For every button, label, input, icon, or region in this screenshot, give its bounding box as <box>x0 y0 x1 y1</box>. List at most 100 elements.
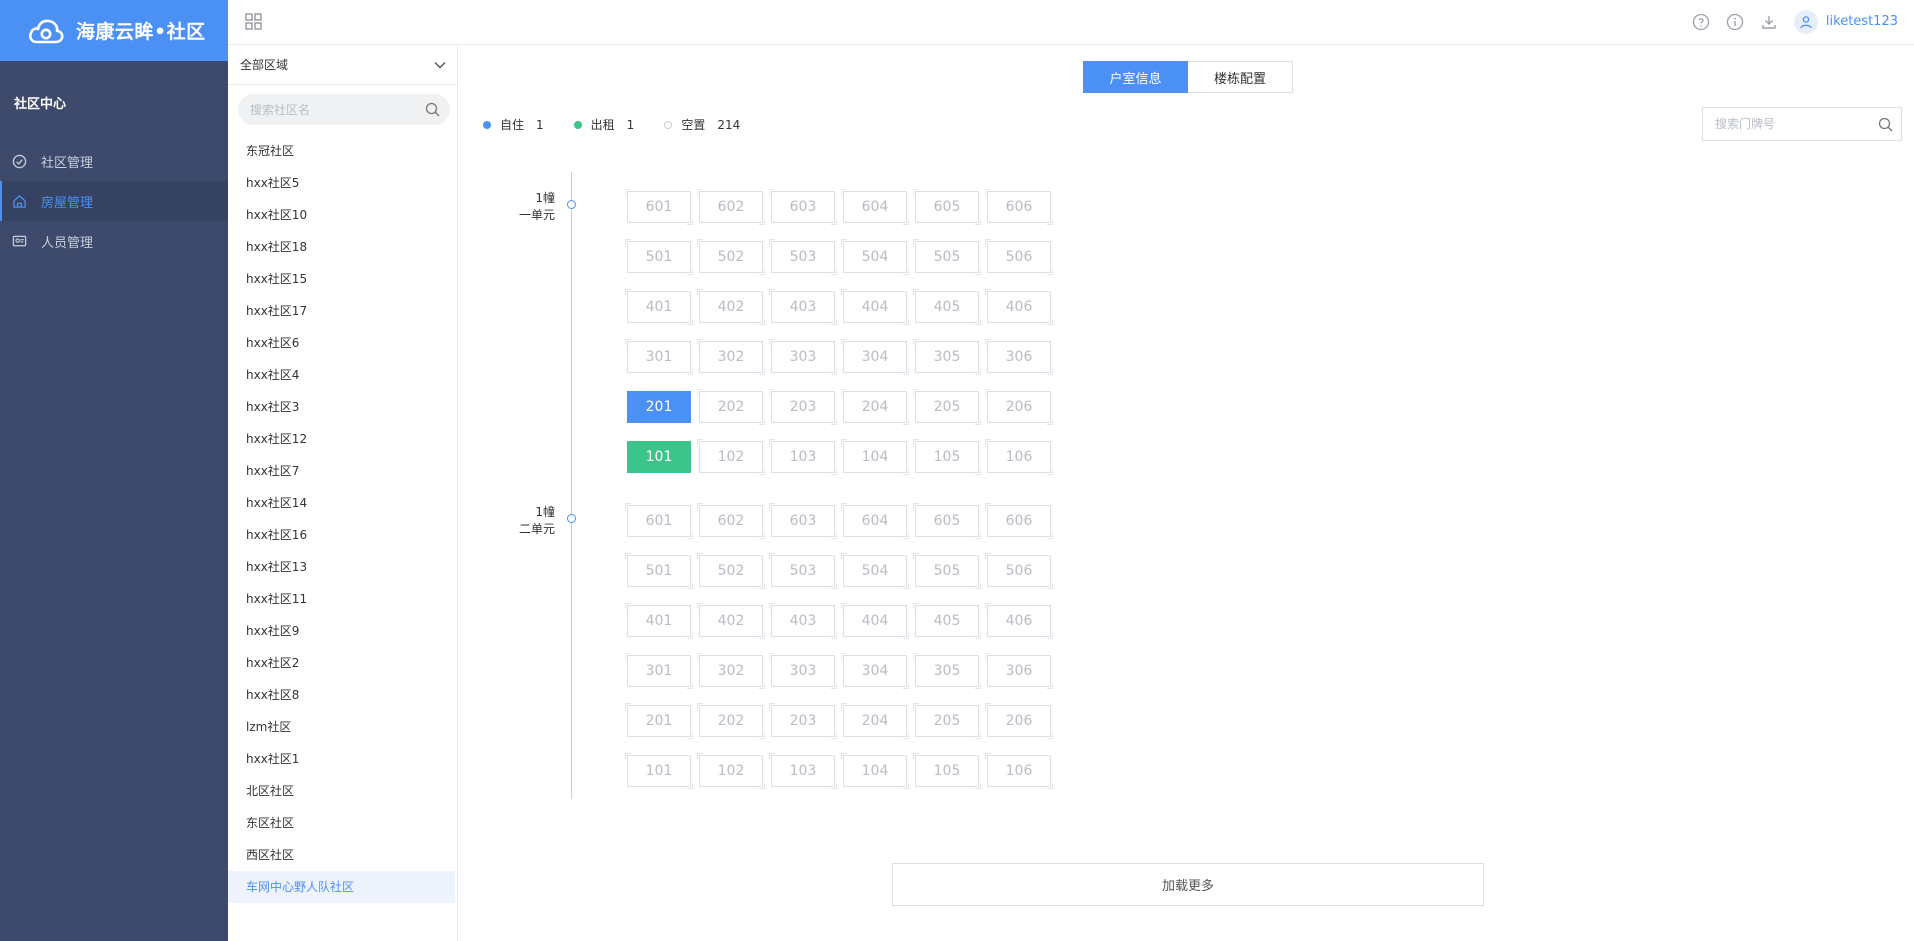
tab-room-info[interactable]: 户室信息 <box>1083 61 1188 93</box>
download-icon[interactable] <box>1760 13 1778 31</box>
room-cell[interactable]: 403 <box>769 603 837 639</box>
community-list-item[interactable]: hxx社区2 <box>228 647 457 679</box>
community-list-item[interactable]: hxx社区13 <box>228 551 457 583</box>
room-cell[interactable]: 504 <box>841 553 909 589</box>
community-list-item[interactable]: 东区社区 <box>228 807 457 839</box>
room-cell[interactable]: 304 <box>841 339 909 375</box>
community-list-item[interactable]: hxx社区11 <box>228 583 457 615</box>
community-list-item[interactable]: hxx社区15 <box>228 263 457 295</box>
room-cell[interactable]: 601 <box>625 503 693 539</box>
search-icon[interactable] <box>425 102 440 117</box>
room-cell[interactable]: 206 <box>985 389 1053 425</box>
room-cell[interactable]: 502 <box>697 239 765 275</box>
sidebar-item-community[interactable]: 社区管理 <box>0 141 228 181</box>
community-list-item[interactable]: 车网中心野人队社区 <box>228 871 455 903</box>
room-cell[interactable]: 302 <box>697 339 765 375</box>
community-list-item[interactable]: hxx社区6 <box>228 327 457 359</box>
room-cell[interactable]: 402 <box>697 603 765 639</box>
room-cell[interactable]: 604 <box>841 189 909 225</box>
room-cell[interactable]: 304 <box>841 653 909 689</box>
room-cell[interactable]: 405 <box>913 289 981 325</box>
room-cell[interactable]: 602 <box>697 189 765 225</box>
region-select[interactable]: 全部区域 <box>228 45 457 85</box>
room-cell[interactable]: 505 <box>913 239 981 275</box>
room-cell[interactable]: 301 <box>625 653 693 689</box>
room-cell[interactable]: 302 <box>697 653 765 689</box>
room-cell[interactable]: 106 <box>985 439 1053 475</box>
room-cell[interactable]: 104 <box>841 439 909 475</box>
room-cell[interactable]: 303 <box>769 339 837 375</box>
room-cell[interactable]: 401 <box>625 289 693 325</box>
room-cell[interactable]: 403 <box>769 289 837 325</box>
room-cell[interactable]: 404 <box>841 289 909 325</box>
community-list-item[interactable]: hxx社区10 <box>228 199 457 231</box>
room-cell[interactable]: 501 <box>625 553 693 589</box>
help-icon[interactable] <box>1692 13 1710 31</box>
room-cell[interactable]: 605 <box>913 503 981 539</box>
community-list-item[interactable]: 东冠社区 <box>228 135 457 167</box>
room-cell[interactable]: 405 <box>913 603 981 639</box>
sidebar-item-person[interactable]: 人员管理 <box>0 221 228 261</box>
room-cell[interactable]: 103 <box>769 439 837 475</box>
room-cell[interactable]: 101 <box>625 753 693 789</box>
room-cell[interactable]: 103 <box>769 753 837 789</box>
room-cell[interactable]: 102 <box>697 439 765 475</box>
room-cell[interactable]: 404 <box>841 603 909 639</box>
apps-grid-icon[interactable] <box>245 13 262 30</box>
room-cell[interactable]: 205 <box>913 703 981 739</box>
community-list-item[interactable]: hxx社区18 <box>228 231 457 263</box>
room-cell[interactable]: 603 <box>769 503 837 539</box>
community-list-item[interactable]: lzm社区 <box>228 711 457 743</box>
room-cell[interactable]: 106 <box>985 753 1053 789</box>
community-list-item[interactable]: 西区社区 <box>228 839 457 871</box>
room-cell[interactable]: 203 <box>769 703 837 739</box>
community-list-item[interactable]: hxx社区3 <box>228 391 457 423</box>
room-cell[interactable]: 101 <box>627 441 691 473</box>
community-list-item[interactable]: hxx社区14 <box>228 487 457 519</box>
room-cell[interactable]: 204 <box>841 703 909 739</box>
room-cell[interactable]: 202 <box>697 389 765 425</box>
room-cell[interactable]: 102 <box>697 753 765 789</box>
room-cell[interactable]: 205 <box>913 389 981 425</box>
room-cell[interactable]: 305 <box>913 653 981 689</box>
room-cell[interactable]: 605 <box>913 189 981 225</box>
community-list-item[interactable]: hxx社区4 <box>228 359 457 391</box>
room-cell[interactable]: 401 <box>625 603 693 639</box>
room-cell[interactable]: 604 <box>841 503 909 539</box>
room-cell[interactable]: 305 <box>913 339 981 375</box>
community-list-item[interactable]: hxx社区7 <box>228 455 457 487</box>
community-list-item[interactable]: 北区社区 <box>228 775 457 807</box>
community-list-item[interactable]: hxx社区17 <box>228 295 457 327</box>
community-list-item[interactable]: hxx社区5 <box>228 167 457 199</box>
community-list-item[interactable]: hxx社区12 <box>228 423 457 455</box>
search-icon[interactable] <box>1878 117 1893 132</box>
room-cell[interactable]: 105 <box>913 753 981 789</box>
room-cell[interactable]: 503 <box>769 553 837 589</box>
room-cell[interactable]: 402 <box>697 289 765 325</box>
room-cell[interactable]: 505 <box>913 553 981 589</box>
tab-building-config[interactable]: 楼栋配置 <box>1188 61 1293 93</box>
room-cell[interactable]: 503 <box>769 239 837 275</box>
room-cell[interactable]: 301 <box>625 339 693 375</box>
room-cell[interactable]: 501 <box>625 239 693 275</box>
room-cell[interactable]: 105 <box>913 439 981 475</box>
room-cell[interactable]: 202 <box>697 703 765 739</box>
community-search-input[interactable] <box>250 102 410 117</box>
room-cell[interactable]: 602 <box>697 503 765 539</box>
room-cell[interactable]: 201 <box>627 391 691 423</box>
room-cell[interactable]: 601 <box>625 189 693 225</box>
room-cell[interactable]: 502 <box>697 553 765 589</box>
load-more-button[interactable]: 加载更多 <box>892 863 1484 906</box>
room-cell[interactable]: 406 <box>985 603 1053 639</box>
room-cell[interactable]: 406 <box>985 289 1053 325</box>
room-cell[interactable]: 203 <box>769 389 837 425</box>
sidebar-item-house[interactable]: 房屋管理 <box>0 181 228 221</box>
info-icon[interactable] <box>1726 13 1744 31</box>
room-cell[interactable]: 606 <box>985 189 1053 225</box>
room-cell[interactable]: 306 <box>985 653 1053 689</box>
room-cell[interactable]: 201 <box>625 703 693 739</box>
room-cell[interactable]: 603 <box>769 189 837 225</box>
user-avatar[interactable] <box>1793 9 1818 34</box>
room-cell[interactable]: 104 <box>841 753 909 789</box>
community-list-item[interactable]: hxx社区16 <box>228 519 457 551</box>
